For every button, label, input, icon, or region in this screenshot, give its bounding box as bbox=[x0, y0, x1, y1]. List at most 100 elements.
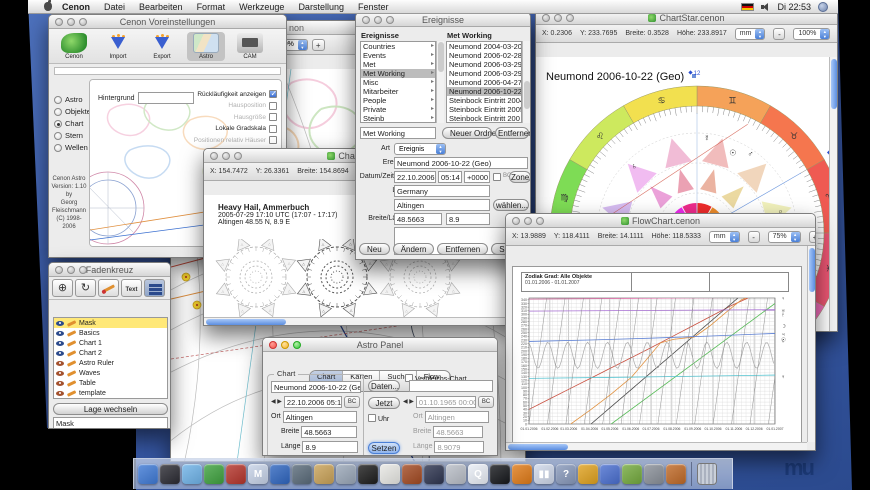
dock-icon[interactable] bbox=[358, 464, 378, 484]
uhr-checkbox-row[interactable]: Uhr bbox=[368, 414, 389, 423]
window-controls[interactable] bbox=[210, 152, 242, 160]
dock-icon[interactable] bbox=[622, 464, 642, 484]
prefs-toolbar-item[interactable]: CAM bbox=[231, 32, 269, 61]
list-item[interactable]: Steinbock Eintritt 2004 bbox=[447, 96, 521, 105]
window-controls[interactable] bbox=[55, 266, 87, 274]
text-tool[interactable]: Text bbox=[121, 279, 142, 297]
list-item[interactable]: Met bbox=[361, 60, 435, 69]
prefs-radio[interactable]: Astro bbox=[54, 95, 91, 104]
right-list-scrollbar[interactable] bbox=[522, 41, 530, 123]
zoom-select[interactable]: 100% ▲ ▼ bbox=[793, 27, 831, 40]
zoom-out-button[interactable]: - bbox=[773, 27, 786, 40]
window-controls[interactable] bbox=[55, 18, 87, 26]
dock-icon[interactable] bbox=[160, 464, 180, 484]
menu-item[interactable]: Fenster bbox=[358, 2, 389, 12]
layer-row[interactable]: Waves bbox=[54, 368, 167, 378]
list-item[interactable]: Neumond 2006-03-29 (To bbox=[447, 69, 521, 78]
vergleich-date-field[interactable]: 01.10.1965 00:00 bbox=[415, 395, 476, 408]
scroll-thumb[interactable] bbox=[206, 319, 286, 325]
visibility-icon[interactable] bbox=[56, 350, 64, 356]
dock-icon[interactable] bbox=[446, 464, 466, 484]
visibility-icon[interactable] bbox=[56, 360, 64, 366]
prefs-toolbar-item[interactable]: Import bbox=[99, 32, 137, 61]
prefs-path-field[interactable] bbox=[54, 67, 281, 75]
layer-row[interactable]: Basics bbox=[54, 328, 167, 338]
list-item[interactable]: Events bbox=[361, 51, 435, 60]
list-item[interactable]: Neumond 2006-10-22 (Ge bbox=[447, 87, 521, 96]
datum-field[interactable]: 22.10.2006 bbox=[394, 171, 436, 183]
land-field[interactable]: Germany bbox=[394, 185, 490, 197]
hintergrund-field[interactable] bbox=[137, 92, 194, 104]
pen-tool[interactable] bbox=[98, 279, 119, 297]
prefs-checkbox-row[interactable]: Hausgröße bbox=[194, 113, 277, 121]
scroll-thumb[interactable] bbox=[831, 59, 837, 109]
prefs-checkbox-row[interactable]: Positionen relativ Häuser bbox=[194, 136, 277, 144]
dock-icon[interactable]: ? bbox=[556, 464, 576, 484]
action-button[interactable]: Neu bbox=[359, 243, 390, 255]
prefs-titlebar[interactable]: Cenon Voreinstellungen bbox=[49, 15, 286, 29]
list-item[interactable]: Steinb bbox=[361, 114, 435, 122]
vergleich-bc-button[interactable]: BC bbox=[477, 395, 495, 408]
dock-icon[interactable] bbox=[204, 464, 224, 484]
layer-row[interactable]: Chart 1 bbox=[54, 338, 167, 348]
chartstar-vscrollbar[interactable] bbox=[829, 57, 837, 331]
action-button[interactable]: Ändern bbox=[392, 243, 435, 255]
breite-field[interactable]: 48.5663 bbox=[394, 213, 442, 225]
prefs-toolbar-item[interactable]: Astro bbox=[187, 32, 225, 61]
layer-row[interactable]: Chart 2 bbox=[54, 348, 167, 358]
list-item[interactable]: People bbox=[361, 96, 435, 105]
event-list[interactable]: Neumond 2004-03-20 (GeNeumond 2006-02-28… bbox=[446, 41, 522, 123]
date-field[interactable]: 22.10.2006 05:14 bbox=[283, 395, 342, 408]
layer-name-field[interactable]: Mask bbox=[53, 417, 168, 428]
dock-icon[interactable] bbox=[512, 464, 532, 484]
vergleich-breite-field[interactable]: 48.5663 bbox=[433, 425, 484, 438]
menu-item[interactable]: Cenon bbox=[62, 2, 90, 12]
chartinterval-hscrollbar[interactable] bbox=[204, 317, 505, 325]
dock-icon[interactable] bbox=[182, 464, 202, 484]
visibility-icon[interactable] bbox=[56, 390, 64, 396]
window-controls[interactable] bbox=[269, 341, 301, 349]
vergleich-name-field[interactable] bbox=[409, 380, 493, 392]
list-item[interactable]: Neumond 2004-03-20 (Ge bbox=[447, 42, 521, 51]
remove-folder-button[interactable]: Entfernen bbox=[495, 127, 530, 139]
apple-menu-icon[interactable] bbox=[44, 0, 52, 11]
editable-icon[interactable] bbox=[66, 359, 77, 367]
flowchart-hscrollbar[interactable] bbox=[506, 442, 807, 450]
dock-icon[interactable] bbox=[600, 464, 620, 484]
dock-icon[interactable] bbox=[490, 464, 510, 484]
setzen-button[interactable]: Setzen bbox=[368, 442, 400, 454]
dock-icon[interactable] bbox=[292, 464, 312, 484]
timezone-field[interactable]: +0000 bbox=[464, 171, 490, 183]
list-item[interactable]: Mitarbeiter bbox=[361, 87, 435, 96]
window-controls[interactable] bbox=[362, 16, 394, 24]
list-item[interactable]: Private bbox=[361, 105, 435, 114]
editable-icon[interactable] bbox=[66, 329, 77, 337]
astro-panel-window[interactable]: Astro Panel ChartKartenSucheFlow Chart C… bbox=[262, 337, 498, 456]
layer-row[interactable]: Mask bbox=[54, 318, 167, 328]
editable-icon[interactable] bbox=[66, 339, 77, 347]
unit-select[interactable]: mm ▲ ▼ bbox=[734, 27, 766, 40]
volume-icon[interactable] bbox=[761, 2, 770, 11]
dock-icon[interactable] bbox=[226, 464, 246, 484]
dock-icon[interactable] bbox=[666, 464, 686, 484]
new-folder-button[interactable]: Neuer Ordner bbox=[442, 127, 499, 139]
ereignisse-titlebar[interactable]: Ereignisse bbox=[356, 13, 530, 27]
chart-name-field[interactable]: Neumond 2006-10-22 (Geo) bbox=[271, 380, 361, 393]
prefs-checkbox-row[interactable]: Rückläufigkeit anzeigen bbox=[194, 89, 277, 98]
prefs-radio[interactable]: Objekte bbox=[54, 107, 91, 116]
list-item[interactable]: Steinbock Eintritt 2005 bbox=[447, 105, 521, 114]
ereignis-field[interactable]: Neumond 2006-10-22 (Geo) bbox=[394, 157, 528, 169]
layer-list[interactable]: Mask Basics Chart 1 Chart 2 Astro Ruler … bbox=[53, 317, 168, 399]
bc-checkbox[interactable] bbox=[493, 173, 501, 181]
rotate-tool[interactable]: ↻ bbox=[75, 279, 96, 297]
menu-item[interactable]: Darstellung bbox=[298, 2, 344, 12]
scroll-thumb[interactable] bbox=[508, 444, 568, 450]
flowchart-window[interactable]: FlowChart.cenon X: 13.9889 Y: 118.4111 B… bbox=[505, 213, 816, 451]
list-item[interactable]: Countries bbox=[361, 42, 435, 51]
editable-icon[interactable] bbox=[66, 369, 77, 377]
art-select[interactable]: Ereignis ▲ ▼ bbox=[394, 143, 446, 155]
lage-wechseln-button[interactable]: Lage wechseln bbox=[53, 403, 168, 415]
dock-icon[interactable] bbox=[314, 464, 334, 484]
trash-icon[interactable] bbox=[697, 463, 717, 485]
dock-icon[interactable] bbox=[424, 464, 444, 484]
